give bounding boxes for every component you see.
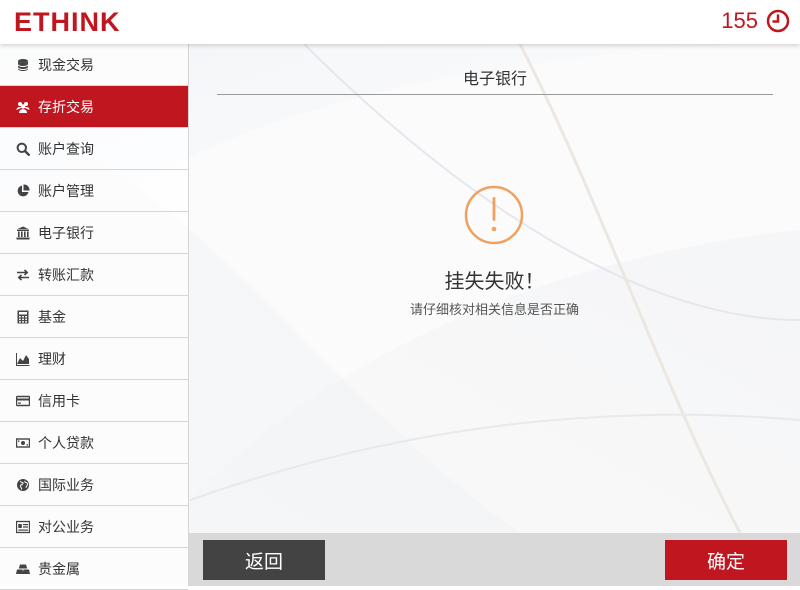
sidebar-item-label: 存折交易 [38, 99, 94, 116]
main-content: 电子银行 挂失失败！ 请仔细核对相关信息是否正确 [189, 44, 800, 533]
globe-icon [16, 478, 30, 492]
users-icon [16, 100, 30, 114]
timer-value: 155 [721, 8, 758, 33]
app-header: ETHINK 155 [0, 0, 800, 44]
sidebar-item-account-query[interactable]: 账户查询 [0, 128, 188, 170]
area-chart-icon [16, 352, 30, 366]
sidebar-item-international[interactable]: 国际业务 [0, 464, 188, 506]
brand-logo: ETHINK [14, 7, 121, 37]
credit-card-icon [16, 394, 30, 408]
sidebar-item-precious-metals[interactable]: 贵金属 [0, 548, 188, 590]
pie-chart-icon [16, 183, 30, 198]
countdown-timer: 155 [721, 8, 790, 34]
sidebar-item-label: 对公业务 [38, 519, 94, 536]
sidebar-item-label: 基金 [38, 309, 66, 326]
action-bar: 返回 确定 [189, 533, 800, 586]
page-title: 电子银行 [462, 69, 527, 88]
sidebar-item-credit-card[interactable]: 信用卡 [0, 380, 188, 422]
sidebar-nav: 现金交易 存折交易 账户查询 账户管理 电子银行 转账汇款 基金 理财 信用卡 … [0, 44, 189, 590]
bank-icon [16, 226, 30, 240]
sidebar-item-label: 电子银行 [38, 225, 94, 242]
search-icon [16, 142, 30, 156]
sidebar-item-label: 理财 [38, 351, 66, 368]
result-message: 请仔细核对相关信息是否正确 [409, 303, 579, 318]
database-icon [16, 58, 30, 72]
sidebar-item-label: 转账汇款 [38, 267, 94, 284]
sidebar-item-label: 信用卡 [38, 393, 80, 410]
sidebar-item-label: 个人贷款 [38, 435, 94, 452]
calculator-icon [16, 310, 30, 324]
sidebar-item-e-banking[interactable]: 电子银行 [0, 212, 188, 254]
back-button[interactable]: 返回 [203, 540, 325, 580]
clock-icon [766, 9, 790, 33]
sidebar-item-label: 现金交易 [38, 57, 94, 74]
sidebar-item-passbook[interactable]: 存折交易 [0, 86, 188, 128]
sidebar-item-personal-loan[interactable]: 个人贷款 [0, 422, 188, 464]
sidebar-item-transfer[interactable]: 转账汇款 [0, 254, 188, 296]
title-divider [217, 94, 773, 95]
alert-circle-icon [464, 185, 524, 245]
result-title: 挂失失败！ [444, 269, 545, 293]
money-icon [16, 436, 30, 450]
sidebar-item-label: 账户管理 [38, 183, 94, 200]
sidebar-item-label: 账户查询 [38, 141, 94, 158]
sidebar-item-account-management[interactable]: 账户管理 [0, 170, 188, 212]
sidebar-item-cash[interactable]: 现金交易 [0, 44, 188, 86]
exchange-icon [16, 268, 30, 282]
sidebar-item-corporate[interactable]: 对公业务 [0, 506, 188, 548]
confirm-button[interactable]: 确定 [665, 540, 787, 580]
sidebar-item-label: 贵金属 [38, 561, 80, 578]
id-card-icon [16, 520, 30, 534]
sidebar-item-label: 国际业务 [38, 477, 94, 494]
sidebar-item-fund[interactable]: 基金 [0, 296, 188, 338]
gold-bars-icon [16, 562, 30, 576]
sidebar-item-wealth[interactable]: 理财 [0, 338, 188, 380]
